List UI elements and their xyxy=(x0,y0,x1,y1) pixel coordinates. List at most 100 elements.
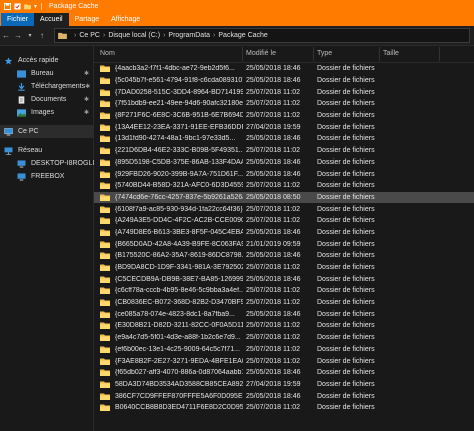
file-type: Dossier de fichiers xyxy=(317,158,375,166)
pin-icon: ✱ xyxy=(83,110,89,116)
file-row[interactable]: {221D6DB4-46E2-333C-B09B-5F49351... 25/07… xyxy=(94,145,474,157)
file-date: 25/05/2018 18:46 xyxy=(246,392,301,400)
file-date: 25/07/2018 11:02 xyxy=(246,322,300,330)
file-row[interactable]: {8F271F6C-6E8C-3C6B-951B-6E7B694D... 25/0… xyxy=(94,110,474,122)
tab-accueil[interactable]: Accueil xyxy=(34,13,69,26)
save-icon[interactable] xyxy=(4,2,11,10)
properties-icon[interactable] xyxy=(14,2,21,10)
quick-access-dropdown-icon[interactable]: ▾ xyxy=(34,3,37,10)
file-date: 25/07/2018 11:02 xyxy=(246,182,300,190)
file-row[interactable]: {B665D0AD-42A8-4A39-B9FE-8C063FA9A... 21/… xyxy=(94,238,474,250)
file-type: Dossier de fichiers xyxy=(317,65,375,73)
file-row[interactable]: {5740BD44-B58D-321A-AFC0-6D3D45590... 25/… xyxy=(94,180,474,192)
folder-icon xyxy=(100,241,110,248)
forward-arrow-icon[interactable]: → xyxy=(12,31,24,40)
sidebar-item-desktop[interactable]: DESKTOP-I8ROGLI xyxy=(0,157,94,170)
file-name: {BD9DA8CD-1D9F-3341-981A-3E7925026... xyxy=(115,264,243,272)
back-arrow-icon[interactable]: ← xyxy=(0,31,12,40)
recent-locations-icon[interactable]: ▾ xyxy=(24,32,36,39)
sidebar-item-images[interactable]: Images ✱ xyxy=(0,106,93,119)
file-row[interactable]: {929FBD26-9020-399B-9A7A-751D61F... 25/05… xyxy=(94,168,474,180)
file-name-cell: {f65db027-aff3-4070-886a-0d87064aabb1} xyxy=(94,369,243,377)
file-name-cell: {ce085a78-074e-4823-8dc1-8a7fba9... xyxy=(94,311,243,318)
file-row[interactable]: {e9a4c7d5-5f01-4d3e-a88f-1b2c6e7d9... 25/… xyxy=(94,332,474,344)
file-row[interactable]: B0640CCB8B8D3ED4711F6E8D2C0D95B... 25/07/… xyxy=(94,402,474,414)
folder-icon xyxy=(100,299,110,307)
file-type: Dossier de fichiers xyxy=(317,193,375,201)
file-row[interactable]: {ef6b00ec-13e1-4c25-9009-64c5c7f71... 25/… xyxy=(94,344,474,356)
sidebar-item-bureau[interactable]: Bureau ✱ xyxy=(0,67,93,80)
file-row[interactable]: {4aacb3a2-f7f1-4dbc-ae72-9eb2d5f6... 25/0… xyxy=(94,63,474,75)
file-type: Dossier de fichiers xyxy=(317,322,375,330)
file-row[interactable]: {c6cff78a-cccb-4b95-8e46-5c9bba3a4ef... 2… xyxy=(94,285,474,297)
folder-icon[interactable] xyxy=(24,3,31,10)
chevron-right-icon[interactable]: › xyxy=(163,32,165,39)
tab-partage[interactable]: Partage xyxy=(69,13,106,26)
file-row[interactable]: {E30D8B21-D82D-3211-82CC-0F0A5D112... 25/… xyxy=(94,320,474,332)
column-header-size[interactable]: Taille xyxy=(380,47,440,61)
file-date: 21/01/2019 09:59 xyxy=(246,240,301,248)
download-icon xyxy=(18,82,25,91)
file-row[interactable]: {C5CECDB9A-DB9B-38E7-BA85-1269998A5...25… xyxy=(94,273,474,285)
file-type: Dossier de fichiers xyxy=(317,240,375,248)
file-name: {7f51bdb9-ee21-49ee-94d6-90afc32180e} xyxy=(115,100,243,108)
file-date: 25/07/2018 11:02 xyxy=(246,287,300,295)
sidebar-item-documents[interactable]: Documents ✱ xyxy=(0,93,93,106)
up-arrow-icon[interactable]: ↑ xyxy=(36,31,48,40)
chevron-right-icon[interactable]: › xyxy=(103,32,105,39)
file-row[interactable]: {A749D8E6-B613-3BE3-8F5F-045C4EBA4... 25/… xyxy=(94,227,474,239)
file-type: Dossier de fichiers xyxy=(317,404,375,412)
folder-icon xyxy=(100,229,110,236)
address-path[interactable]: › Ce PC › Disque local (C:) › ProgramDat… xyxy=(54,28,470,43)
sidebar-item-freebox[interactable]: FREEBOX xyxy=(0,170,93,183)
column-header-name[interactable]: Nom xyxy=(94,47,243,61)
sidebar-item-telechargements[interactable]: Téléchargements ✱ xyxy=(0,80,93,93)
file-row[interactable]: {13d1fd90-4274-48a1-9bc1-97e33d5... 25/05… xyxy=(94,133,474,145)
folder-icon xyxy=(100,147,110,155)
file-row[interactable]: {A249A3E5-DD4C-4F2C-AC2B-CCE0090D... 25/0… xyxy=(94,215,474,227)
file-name: {5740BD44-B58D-321A-AFC0-6D3D45590... xyxy=(115,182,243,190)
star-icon xyxy=(4,56,13,64)
sidebar-item-reseau[interactable]: Réseau xyxy=(0,144,93,157)
tab-affichage[interactable]: Affichage xyxy=(105,13,146,26)
column-header-date[interactable]: Modifié le xyxy=(243,47,314,61)
file-row[interactable]: {B175520C-86A2-35A7-8619-86DC8798... 25/0… xyxy=(94,250,474,262)
chevron-right-icon[interactable]: › xyxy=(74,32,76,39)
file-date: 27/04/2018 19:59 xyxy=(246,380,301,388)
breadcrumb-package-cache[interactable]: Package Cache xyxy=(218,32,267,39)
file-row[interactable]: 58DA3D74BD3534AD3588CB85CEA8923A...27/04… xyxy=(94,379,474,391)
breadcrumb-programdata[interactable]: ProgramData xyxy=(168,32,210,39)
file-name-cell: {7474cd6e-76cc-4257-837e-5b9261a526af} xyxy=(94,194,243,201)
file-row[interactable]: {895D5198-C5DB-375E-86AB-133F4DAA... 25/0… xyxy=(94,157,474,169)
sidebar-item-quick-access[interactable]: Accès rapide xyxy=(0,54,93,67)
file-row[interactable]: {ce085a78-074e-4823-8dc1-8a7fba9... 25/05… xyxy=(94,308,474,320)
documents-icon xyxy=(18,95,25,104)
file-row[interactable]: {7DAD0258-515C-3DD4-8964-BD714199... 25/0… xyxy=(94,86,474,98)
file-row[interactable]: {7f51bdb9-ee21-49ee-94d6-90afc32180e} 25/… xyxy=(94,98,474,110)
file-row[interactable]: 386CF7CD9FFEF870FFFE5A6F0D095EE2... 25/05… xyxy=(94,390,474,402)
navigation-pane: Accès rapide Bureau ✱ Téléchargements ✱ … xyxy=(0,46,94,431)
sidebar-item-ce-pc[interactable]: Ce PC xyxy=(0,125,93,138)
file-row[interactable]: {5c045b7f-e561-4794-91f8-c6cda0893107} 25… xyxy=(94,75,474,87)
file-row[interactable]: {13A4EE12-23EA-3371-91EE-EFB36DDFFF...27… xyxy=(94,121,474,133)
file-row[interactable]: {BD9DA8CD-1D9F-3341-981A-3E7925026... 25/… xyxy=(94,262,474,274)
chevron-right-icon[interactable]: › xyxy=(213,32,215,39)
file-row[interactable]: {CB0836EC-B072-368D-82B2-D3470BF95... 25/… xyxy=(94,297,474,309)
file-row[interactable]: {7474cd6e-76cc-4257-837e-5b9261a526af} 25… xyxy=(94,191,474,204)
file-type: Dossier de fichiers xyxy=(317,123,375,131)
breadcrumb-disque-local[interactable]: Disque local (C:) xyxy=(108,32,160,39)
file-name-cell: {B175520C-86A2-35A7-8619-86DC8798... xyxy=(94,252,243,260)
file-name-cell: {13d1fd90-4274-48a1-9bc1-97e33d5... xyxy=(94,135,243,143)
column-header-type[interactable]: Type xyxy=(314,47,380,61)
breadcrumb-ce-pc[interactable]: Ce PC xyxy=(79,32,100,39)
file-row[interactable]: {f65db027-aff3-4070-886a-0d87064aabb1} 25… xyxy=(94,367,474,379)
file-row[interactable]: {F3AE8B2F-2E27-3271-9EDA-4BFE1EA0... 25/0… xyxy=(94,355,474,367)
file-name-cell: {5740BD44-B58D-321A-AFC0-6D3D45590... xyxy=(94,182,243,190)
folder-icon xyxy=(100,65,110,73)
file-name: 58DA3D74BD3534AD3588CB85CEA8923A... xyxy=(115,380,243,388)
file-name-cell: {F3AE8B2F-2E27-3271-9EDA-4BFE1EA0... xyxy=(94,358,243,365)
tab-fichier[interactable]: Fichier xyxy=(1,13,35,26)
file-row[interactable]: {6108f7a9-ac85-930-934d-1fa22cc64f36} 25/… xyxy=(94,203,474,215)
file-type: Dossier de fichiers xyxy=(317,252,375,260)
file-name-cell: {221D6DB4-46E2-333C-B09B-5F49351... xyxy=(94,147,243,155)
